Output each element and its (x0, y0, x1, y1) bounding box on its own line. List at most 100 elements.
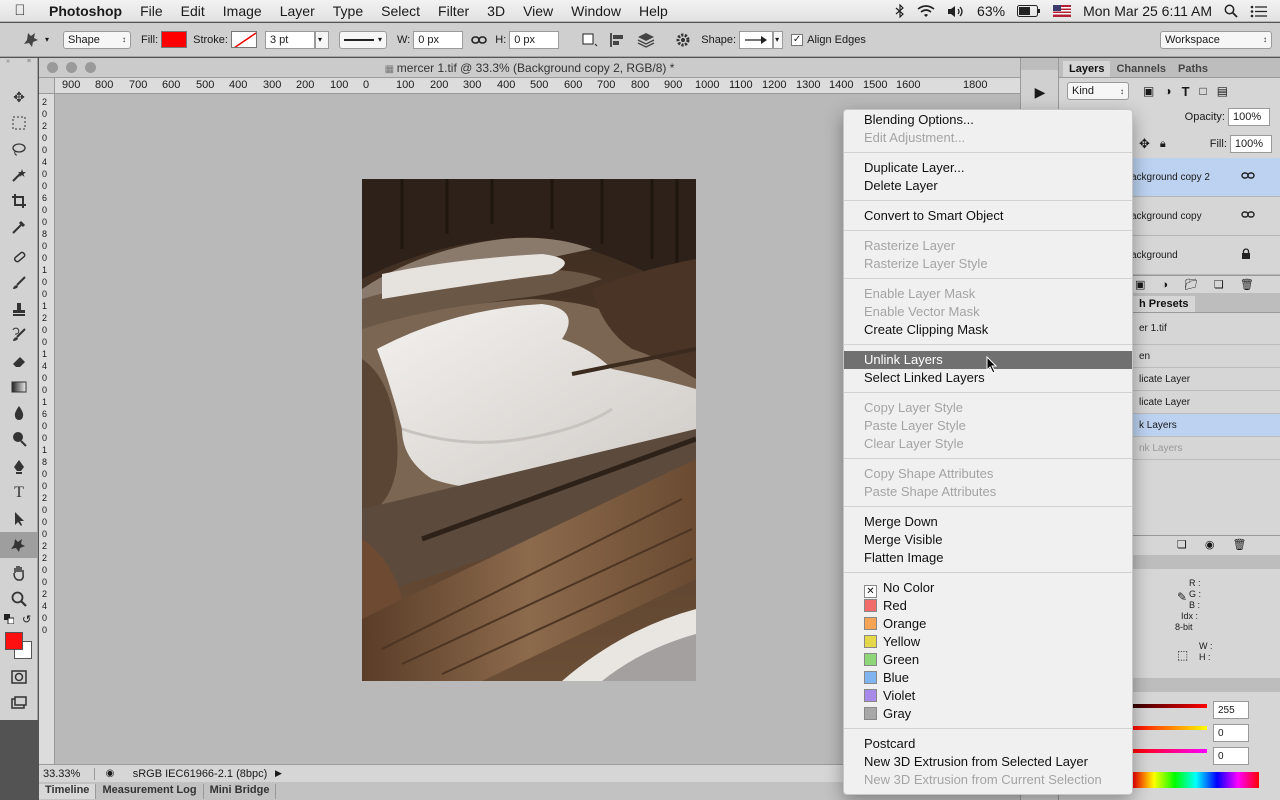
color-spectrum[interactable] (1133, 772, 1259, 788)
color-value-r[interactable]: 255 (1213, 701, 1249, 719)
lock-position-icon[interactable]: ✥ (1139, 136, 1150, 152)
menu-item-merge-visible[interactable]: Merge Visible (844, 531, 1132, 549)
menu-item-violet[interactable]: Violet (844, 687, 1132, 705)
dodge-tool-icon[interactable] (0, 426, 38, 452)
wifi-icon[interactable] (917, 4, 935, 18)
color-slider-g[interactable] (1133, 726, 1207, 730)
new-group-icon[interactable]: 📁︎ (1184, 278, 1198, 291)
tab-history[interactable]: h Presets (1133, 296, 1195, 312)
fill-input[interactable]: 100% (1229, 135, 1272, 153)
path-operations-icon[interactable] (581, 32, 599, 48)
tab-paths[interactable]: Paths (1172, 61, 1214, 77)
filter-type-icon[interactable]: T (1182, 84, 1190, 99)
apple-menu-icon[interactable]:  (0, 2, 40, 19)
menu-item-green[interactable]: Green (844, 651, 1132, 669)
eraser-tool-icon[interactable] (0, 348, 38, 374)
link-wh-icon[interactable] (471, 35, 488, 45)
menu-item-flatten-image[interactable]: Flatten Image (844, 549, 1132, 567)
type-tool-icon[interactable]: T (0, 480, 38, 506)
crop-tool-icon[interactable] (0, 188, 38, 214)
menu-item-convert-to-smart-object[interactable]: Convert to Smart Object (844, 207, 1132, 225)
link-icon[interactable] (1241, 210, 1255, 222)
color-value-b[interactable]: 0 (1213, 747, 1249, 765)
dock-grip[interactable] (1021, 58, 1058, 70)
color-value-g[interactable]: 0 (1213, 724, 1249, 742)
filter-adjustment-icon[interactable]: ◑ (1164, 84, 1171, 98)
delete-state-icon[interactable]: 🗑︎ (1232, 538, 1246, 551)
pen-tool-icon[interactable] (0, 454, 38, 480)
info-eyedropper-icon[interactable]: ✎ (1177, 590, 1187, 604)
filter-shape-icon[interactable]: □ (1200, 84, 1207, 98)
vertical-ruler[interactable]: 2 0 2 0 0 4 0 0 6 0 0 8 0 0 1 0 0 1 2 0 0 1 4 0 0 1 6 0 0 1 8 0 0 2 0 0 0 2 2 0… (39, 94, 55, 764)
new-document-from-state-icon[interactable]: ❏ (1177, 538, 1187, 551)
opacity-input[interactable]: 100% (1228, 108, 1270, 126)
brush-tool-icon[interactable] (0, 270, 38, 296)
menu-item-duplicate-layer[interactable]: Duplicate Layer... (844, 159, 1132, 177)
tab-measurement-log[interactable]: Measurement Log (96, 783, 204, 799)
path-arrangement-icon[interactable] (637, 32, 655, 48)
menu-item-delete-layer[interactable]: Delete Layer (844, 177, 1132, 195)
menu-item-yellow[interactable]: Yellow (844, 633, 1132, 651)
tool-mode-select[interactable]: Shape ↕ (63, 30, 132, 49)
proof-icon[interactable]: ◉ (95, 768, 125, 779)
history-brush-tool-icon[interactable] (0, 322, 38, 348)
menu-layer[interactable]: Layer (271, 3, 324, 19)
shape-picker-dropdown[interactable]: ▾ (773, 30, 784, 49)
menu-view[interactable]: View (514, 3, 562, 19)
screen-mode-icon[interactable] (0, 690, 38, 716)
color-slider-b[interactable] (1133, 749, 1207, 753)
menu-item-blue[interactable]: Blue (844, 669, 1132, 687)
swap-colors-icon[interactable]: ↺ (22, 613, 31, 626)
tool-preset-picker[interactable]: ▾ (22, 31, 49, 49)
zoom-tool-icon[interactable] (0, 586, 38, 612)
shape-picker[interactable] (739, 30, 774, 49)
lasso-tool-icon[interactable] (0, 136, 38, 162)
tab-mini-bridge[interactable]: Mini Bridge (204, 783, 277, 799)
status-menu-arrow-icon[interactable]: ▶ (275, 768, 293, 779)
menu-3d[interactable]: 3D (478, 3, 514, 19)
move-tool-icon[interactable]: ✥ (0, 84, 38, 110)
path-select-tool-icon[interactable] (0, 506, 38, 532)
menu-item-create-clipping-mask[interactable]: Create Clipping Mask (844, 321, 1132, 339)
notification-center-icon[interactable] (1250, 5, 1268, 18)
ruler-origin[interactable] (39, 78, 55, 94)
lock-icon[interactable] (1241, 247, 1251, 263)
tab-channels[interactable]: Channels (1110, 61, 1172, 77)
new-adjustment-icon[interactable]: ◑ (1161, 279, 1168, 291)
menu-item-merge-down[interactable]: Merge Down (844, 513, 1132, 531)
delete-layer-icon[interactable]: 🗑︎ (1240, 278, 1254, 291)
custom-shape-tool-icon[interactable] (0, 532, 38, 558)
stroke-width-input[interactable]: 3 pt (264, 30, 315, 49)
menu-type[interactable]: Type (324, 3, 372, 19)
menu-image[interactable]: Image (214, 3, 271, 19)
flag-icon[interactable] (1053, 5, 1072, 17)
stroke-type-select[interactable]: ▾ (338, 30, 387, 49)
layer-kind-select[interactable]: Kind ↕ (1067, 82, 1129, 100)
new-layer-icon[interactable]: ❏ (1214, 278, 1224, 291)
horizontal-ruler[interactable]: 900 800 700 600 500 400 300 200 100 0 10… (55, 78, 1020, 94)
menu-edit[interactable]: Edit (172, 3, 214, 19)
color-slider-r[interactable] (1133, 704, 1207, 708)
document-image[interactable] (362, 179, 696, 681)
tab-timeline[interactable]: Timeline (39, 783, 97, 799)
quick-mask-icon[interactable] (0, 664, 38, 690)
settings-gear-icon[interactable] (675, 32, 691, 48)
menu-item-postcard[interactable]: Postcard (844, 735, 1132, 753)
eyedropper-tool-icon[interactable] (0, 214, 38, 240)
document-title[interactable]: ▦ mercer 1.tif @ 33.3% (Background copy … (39, 61, 1020, 75)
tab-layers[interactable]: Layers (1063, 61, 1111, 77)
link-icon[interactable] (1241, 171, 1255, 183)
menu-file[interactable]: File (131, 3, 172, 19)
clone-stamp-tool-icon[interactable] (0, 296, 38, 322)
bluetooth-icon[interactable] (895, 4, 905, 18)
menu-filter[interactable]: Filter (429, 3, 478, 19)
battery-icon[interactable] (1017, 5, 1041, 17)
add-mask-icon[interactable]: ▣ (1135, 278, 1145, 291)
menu-item-new-3d-extrusion-from-selected-layer[interactable]: New 3D Extrusion from Selected Layer (844, 753, 1132, 771)
stroke-swatch[interactable] (230, 31, 257, 48)
app-menu[interactable]: Photoshop (40, 3, 131, 19)
fill-swatch[interactable] (161, 31, 188, 48)
filter-pixel-icon[interactable]: ▣ (1143, 84, 1154, 98)
gradient-tool-icon[interactable] (0, 374, 38, 400)
volume-icon[interactable] (947, 5, 965, 18)
